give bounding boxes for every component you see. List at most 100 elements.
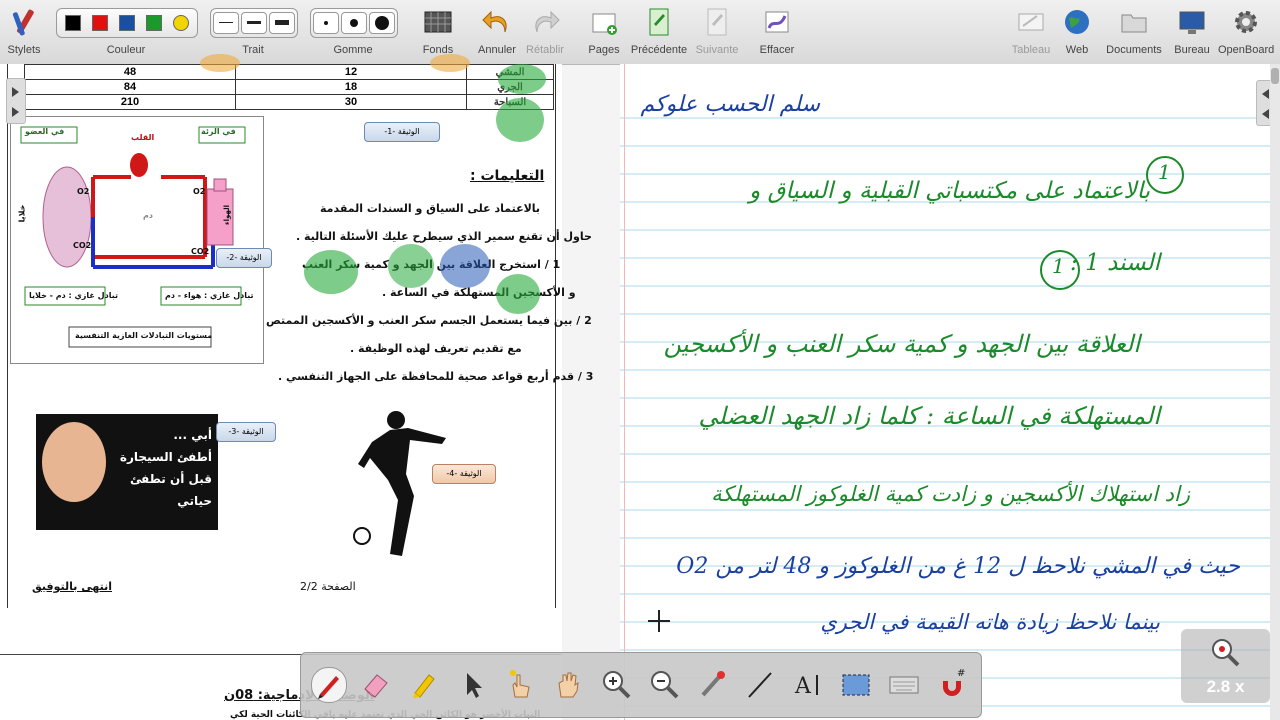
- doc2-label: الوثيقة -2-: [216, 248, 272, 268]
- green-highlight-mark: [304, 250, 358, 294]
- page-number: الصفحة 2/2: [300, 580, 356, 593]
- zoom-out-button[interactable]: [647, 667, 681, 701]
- highlighter-icon: [413, 674, 435, 698]
- zoom-indicator[interactable]: 2.8 x: [1181, 629, 1270, 703]
- left-panel-toggle[interactable]: [6, 78, 26, 124]
- capture-icon: [842, 674, 870, 696]
- color-yellow-swatch[interactable]: [173, 15, 189, 31]
- handwritten-line: السند 1 :: [1070, 250, 1160, 276]
- laser-pointer-button[interactable]: [695, 667, 729, 701]
- color-green-swatch[interactable]: [146, 15, 162, 31]
- line-thick-option[interactable]: [269, 12, 295, 34]
- handwriting-canvas[interactable]: سلم الحسب علوكم 1 بالاعتماد على مكتسباتي…: [620, 64, 1280, 720]
- handwritten-line: سلم الحسب علوكم: [640, 92, 820, 117]
- annuler-button[interactable]: Annuler: [474, 4, 520, 56]
- line-tool-button[interactable]: [743, 667, 777, 701]
- magnet-icon: #: [943, 668, 965, 696]
- doc4-label: الوثيقة -4-: [432, 464, 496, 484]
- desktop-monitor-icon: [1179, 11, 1205, 34]
- data-table: 48 12 المشي 84 18 الجري 210 30 السباحة: [24, 64, 554, 110]
- color-blue-swatch[interactable]: [119, 15, 135, 31]
- zoom-magnifier-icon: [1212, 639, 1240, 667]
- anti-smoking-poster: أبي ... أطفئ السيجارة قبل أن تطفئ حياتي: [36, 414, 218, 530]
- laser-pointer-icon: [701, 671, 725, 697]
- text-tool-button[interactable]: A: [791, 667, 825, 701]
- hand-grab-icon: [558, 672, 579, 698]
- select-tool-button[interactable]: [455, 667, 489, 701]
- pages-button[interactable]: Pages: [584, 4, 624, 56]
- doc1-label: الوثيقة -1-: [364, 122, 440, 142]
- green-highlight-mark: [498, 64, 546, 94]
- end-note: انتهى بالتوفيق: [32, 580, 112, 593]
- table-row: 48 12 المشي: [24, 64, 554, 80]
- web-button[interactable]: Web: [1060, 4, 1094, 56]
- green-highlight-mark: [496, 98, 544, 142]
- virtual-keyboard-button[interactable]: [887, 667, 921, 701]
- previous-page-icon: [649, 8, 669, 36]
- tableau-button[interactable]: Tableau: [1010, 4, 1052, 56]
- table-row: 210 30 السباحة: [24, 94, 554, 110]
- gomme-label: Gomme: [333, 44, 373, 56]
- line-icon: [748, 672, 772, 698]
- eraser-small-option[interactable]: [313, 12, 339, 34]
- interact-tool-button[interactable]: [503, 667, 537, 701]
- vertical-scrollbar[interactable]: [1270, 64, 1280, 720]
- highlighter-tool-button[interactable]: [407, 667, 441, 701]
- page-border-right: [555, 64, 556, 608]
- folder-icon: [1121, 14, 1147, 33]
- fonds-button[interactable]: Fonds: [416, 4, 460, 56]
- document-page: 48 12 المشي 84 18 الجري 210 30 السباحة ا…: [0, 54, 593, 720]
- hand-tool-button[interactable]: [551, 667, 585, 701]
- eraser-large-option[interactable]: [369, 12, 395, 34]
- circulation-diagram-svg: [20, 126, 246, 348]
- arrow-pointer-icon: [467, 673, 482, 698]
- couleur-label: Couleur: [106, 44, 146, 56]
- svg-text:#: #: [957, 668, 965, 679]
- color-group: [56, 8, 198, 38]
- handwritten-line: زاد استهلاك الأكسجين و زادت كمية الغلوكو…: [711, 482, 1190, 506]
- capture-tool-button[interactable]: [839, 667, 873, 701]
- drawing-tools-palette: A #: [300, 652, 982, 718]
- precedente-button[interactable]: Précédente: [630, 4, 688, 56]
- pen-tool-button[interactable]: [311, 667, 347, 703]
- color-red-swatch[interactable]: [92, 15, 108, 31]
- bureau-button[interactable]: Bureau: [1170, 4, 1214, 56]
- redo-icon: [535, 10, 560, 33]
- magnet-tool-button[interactable]: #: [935, 667, 969, 701]
- instructions-title: التعليمات :: [470, 168, 545, 184]
- orange-highlight-mark: [430, 54, 470, 72]
- eraser-tool-button[interactable]: [359, 667, 393, 701]
- retablir-button[interactable]: Rétablir: [524, 4, 566, 56]
- documents-button[interactable]: Documents: [1106, 4, 1162, 56]
- handwritten-line: بينما نلاحظ زيادة هاته القيمة في الجري: [820, 610, 1160, 634]
- pen-icon: [318, 676, 339, 699]
- zoom-in-icon: [603, 671, 631, 699]
- scrollbar-thumb[interactable]: [1271, 68, 1279, 84]
- color-black-swatch[interactable]: [65, 15, 81, 31]
- green-highlight-mark: [388, 244, 434, 288]
- suivante-button[interactable]: Suivante: [692, 4, 742, 56]
- table-row: 84 18 الجري: [24, 79, 554, 95]
- instruction-line: حاول أن تقنع سمير الذي سيطرح عليك الأسئل…: [296, 230, 592, 243]
- hand-pointer-icon: [510, 670, 530, 698]
- next-page-icon: [707, 8, 727, 36]
- openboard-button[interactable]: OpenBoard: [1218, 4, 1274, 56]
- instruction-line: بالاعتماد على السياق و السندات المقدمة: [320, 202, 541, 215]
- eraser-medium-option[interactable]: [341, 12, 367, 34]
- stylets-button[interactable]: Stylets: [4, 4, 44, 56]
- svg-text:A: A: [794, 674, 812, 699]
- zoom-in-button[interactable]: [599, 667, 633, 701]
- gas-exchange-diagram: في العضو في الرئة القلب خلايا الهواء دم …: [10, 116, 264, 364]
- top-toolbar: Stylets Couleur Trait Gomme Fonds Annule…: [0, 0, 1280, 65]
- handwritten-line: العلاقة بين الجهد و كمية سكر العنب و الأ…: [663, 330, 1140, 358]
- line-thin-option[interactable]: [213, 12, 239, 34]
- clear-page-icon: [765, 11, 789, 33]
- eraser-size-group: [310, 8, 398, 38]
- line-medium-option[interactable]: [241, 12, 267, 34]
- zoom-level: 2.8 x: [1206, 677, 1245, 696]
- handwritten-line: بالاعتماد على مكتسباتي القبلية و السياق …: [749, 178, 1150, 204]
- doc3-label: الوثيقة -3-: [216, 422, 276, 442]
- effacer-button[interactable]: Effacer: [756, 4, 798, 56]
- keyboard-icon: [889, 676, 919, 694]
- line-width-group: [210, 8, 298, 38]
